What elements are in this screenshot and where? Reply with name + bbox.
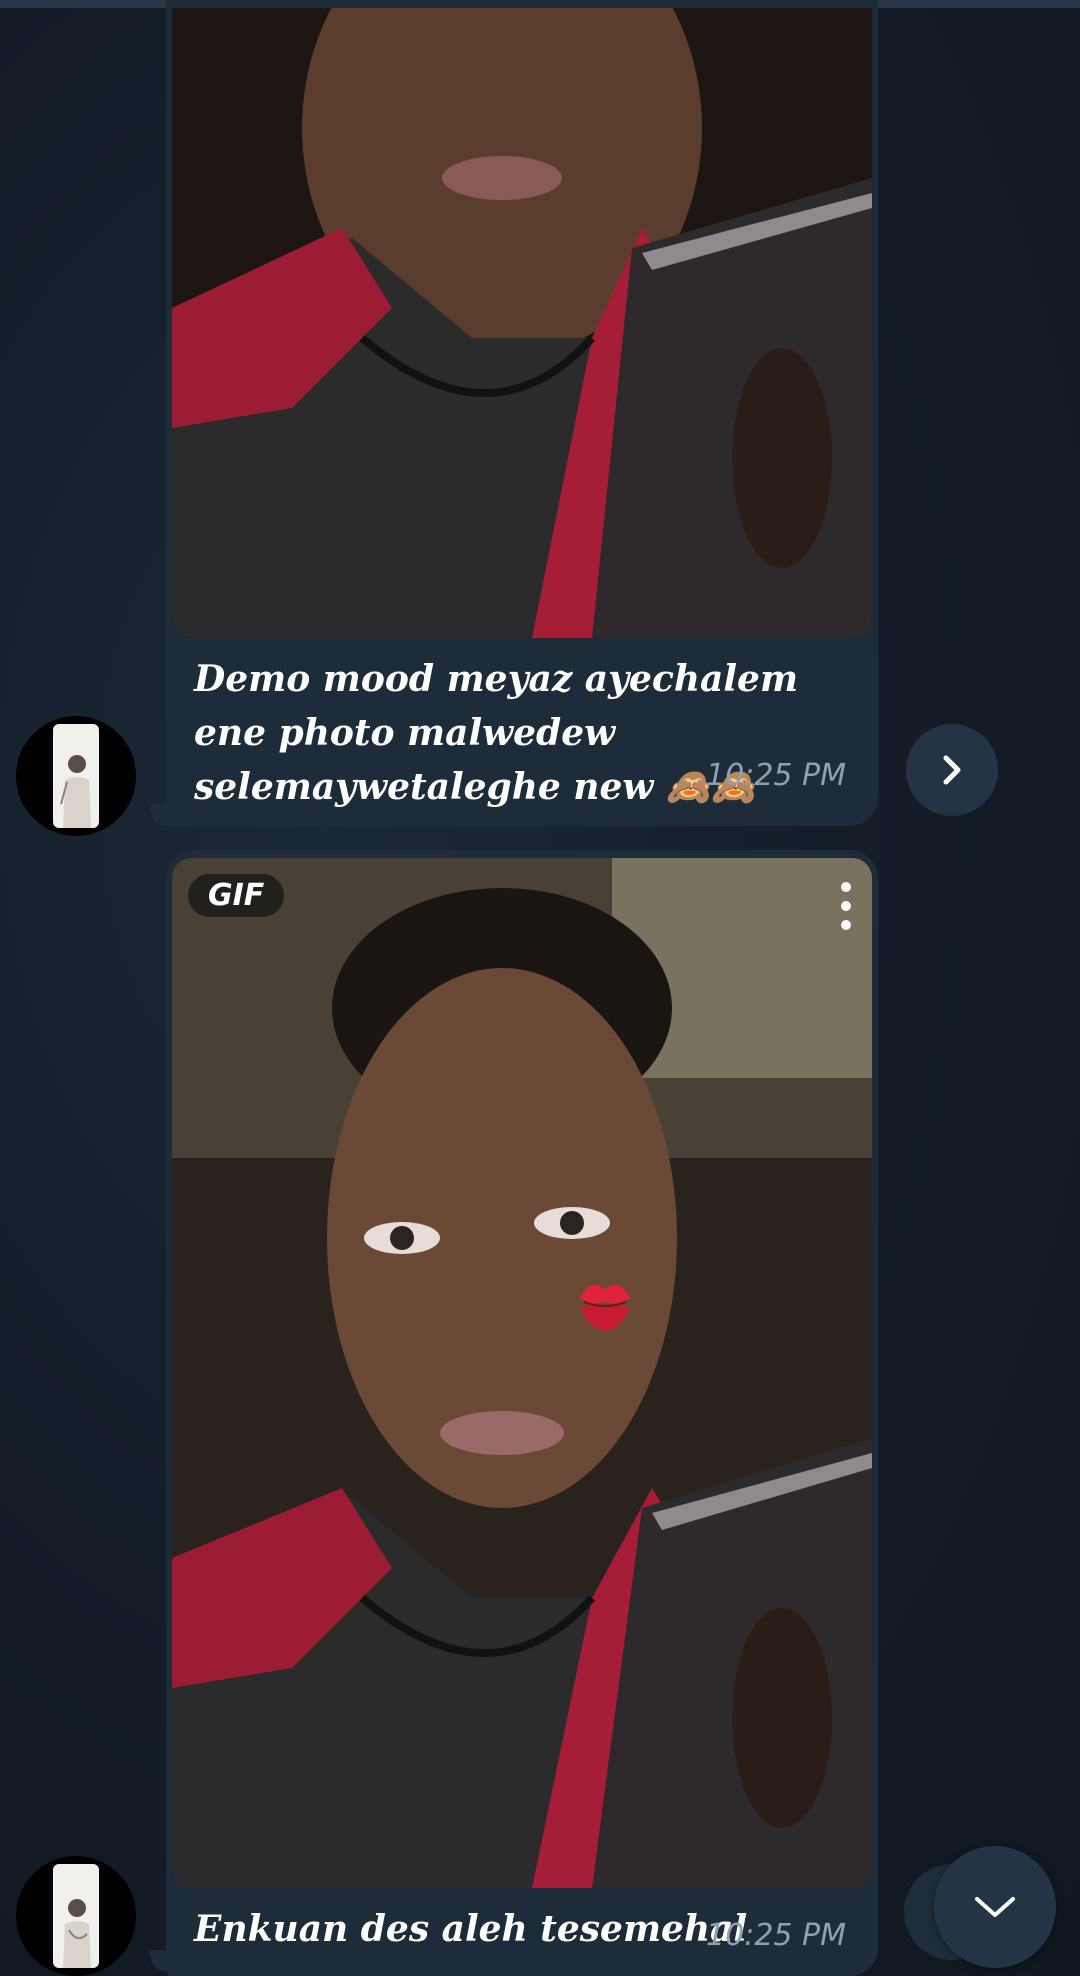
share-button[interactable]	[906, 724, 998, 816]
avatar[interactable]	[16, 716, 136, 836]
scroll-down-button[interactable]	[934, 1846, 1056, 1968]
avatar-image	[53, 724, 99, 828]
message-bubble[interactable]: Demo mood meyaz ayechalem ene photo malw…	[166, 0, 878, 826]
avatar-image	[53, 1864, 99, 1968]
message-time: 10:25 PM	[706, 758, 846, 793]
gif-badge: GIF	[188, 874, 285, 917]
more-vertical-icon[interactable]	[840, 882, 852, 930]
chevron-right-icon	[943, 755, 961, 785]
kiss-mark-icon	[580, 1284, 630, 1331]
message-photo[interactable]	[172, 8, 872, 638]
avatar[interactable]	[16, 1856, 136, 1976]
message-bubble[interactable]: GIF Enkuan des aleh tesemehal 10:25 PM	[166, 850, 878, 1976]
photo-image	[172, 8, 872, 638]
chevron-down-icon	[975, 1897, 1015, 1917]
message-time: 10:25 PM	[706, 1918, 846, 1953]
message-gif[interactable]: GIF	[172, 858, 872, 1888]
gif-image	[172, 858, 872, 1888]
